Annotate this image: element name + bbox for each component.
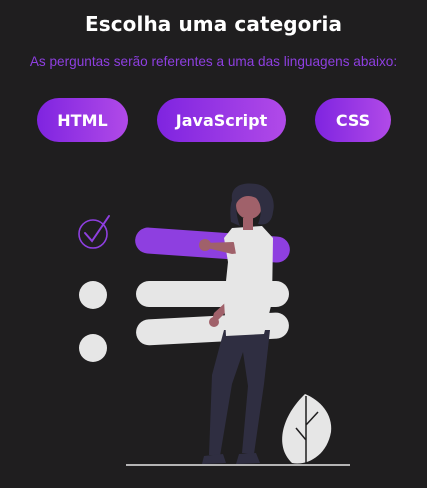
page-title: Escolha uma categoria <box>84 12 343 36</box>
page-subtitle: As perguntas serão referentes a uma das … <box>29 54 398 69</box>
category-button-css[interactable]: CSS <box>315 98 391 142</box>
person-figure <box>199 183 274 464</box>
category-page: Escolha uma categoria As perguntas serão… <box>0 0 427 488</box>
bullet-circle <box>79 334 107 362</box>
category-button-html[interactable]: HTML <box>37 98 128 142</box>
category-button-javascript[interactable]: JavaScript <box>157 98 286 142</box>
leaf-plant <box>282 394 332 464</box>
bullet-circle <box>79 281 107 309</box>
checklist-person-illustration <box>78 183 350 466</box>
